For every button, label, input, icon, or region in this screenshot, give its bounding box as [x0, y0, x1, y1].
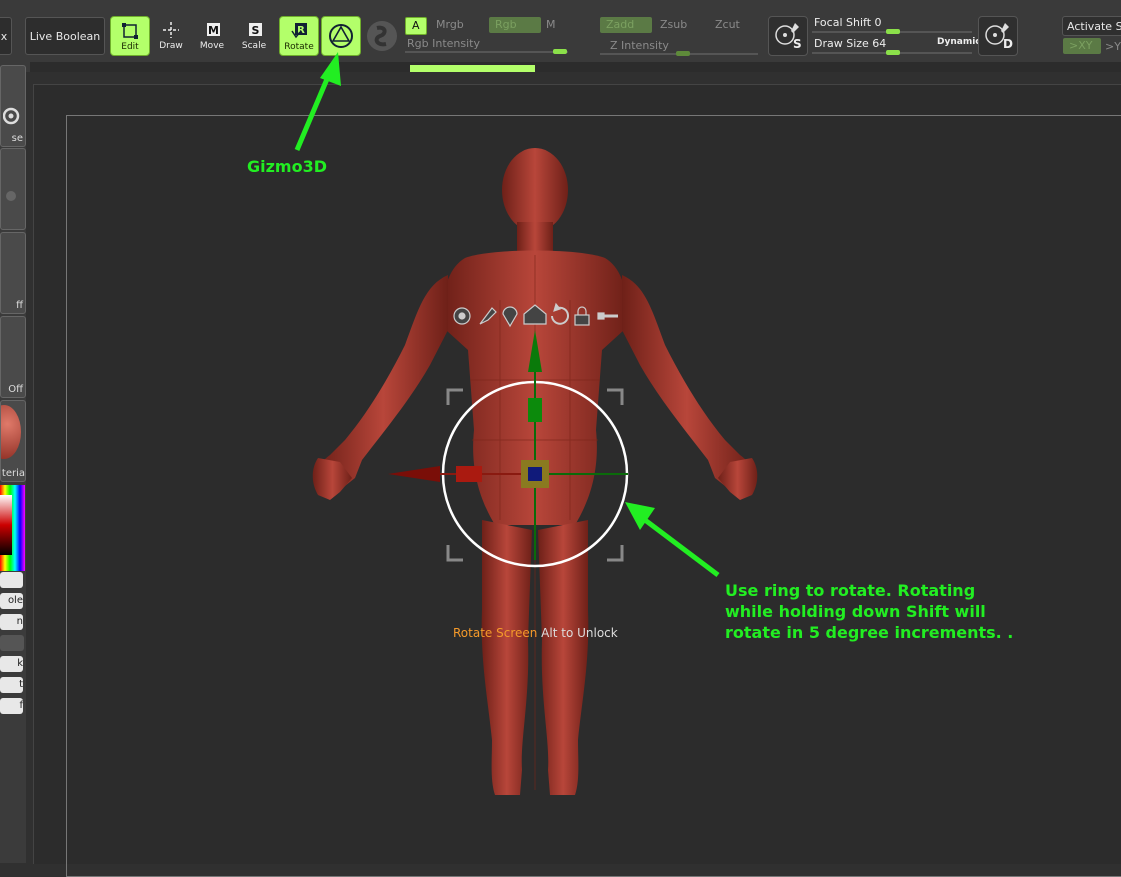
gizmo-arrow-head [320, 52, 341, 86]
rotate-screen-text: Rotate Screen [453, 626, 538, 640]
gizmo-center-handle[interactable] [528, 467, 542, 481]
gizmo-x-arrow[interactable] [388, 466, 440, 482]
gizmo-y-scale-handle[interactable] [528, 398, 542, 422]
gizmo-settings-icon[interactable] [453, 307, 471, 325]
gizmo-annotation: Gizmo3D [247, 157, 328, 176]
rotate-hint: Rotate Screen Alt to Unlock [453, 626, 618, 640]
ring-arrow-line [643, 518, 720, 577]
gizmo-arrow-line [294, 71, 333, 151]
ring-annotation: Use ring to rotate. Rotating while holdi… [725, 581, 1014, 642]
alt-unlock-text: Alt to Unlock [537, 626, 618, 640]
scene-overlay [294, 52, 758, 795]
gizmo-x-scale-handle[interactable] [456, 466, 482, 482]
